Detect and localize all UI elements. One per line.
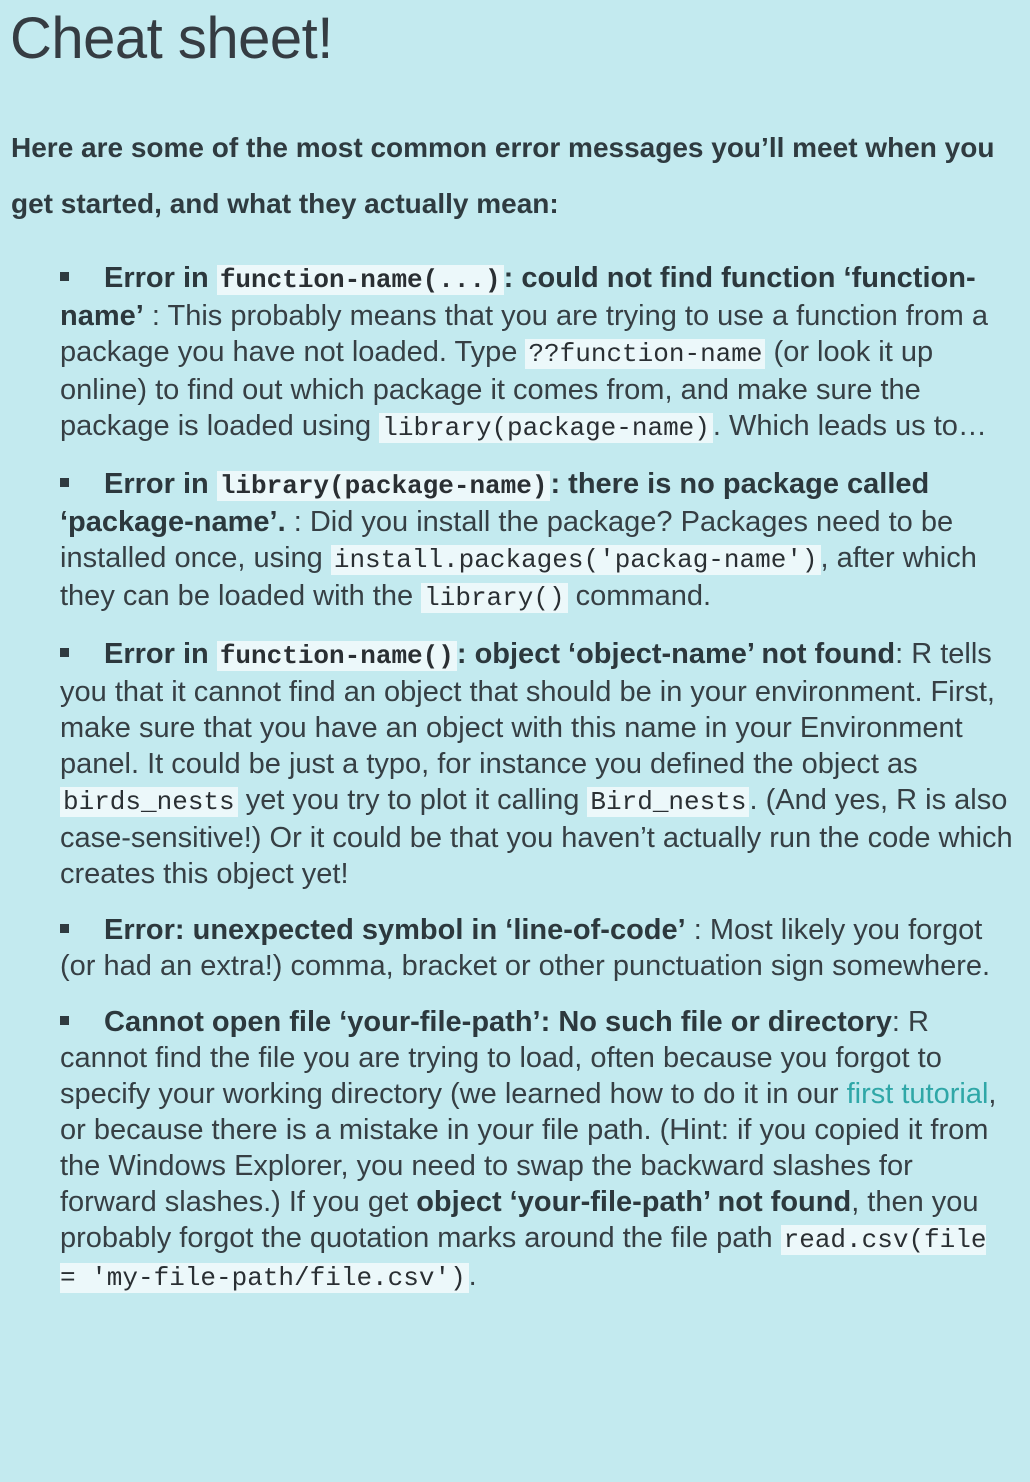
inline-code: install.packages('packag-name') bbox=[330, 545, 821, 575]
bullet-icon bbox=[60, 647, 69, 657]
page-title: Cheat sheet! bbox=[10, 6, 333, 71]
object-not-found-text: object ‘your-file-path’ not found bbox=[416, 1186, 852, 1218]
list-item: Error in function-name(...): could not f… bbox=[60, 262, 988, 443]
inline-code: ??function-name bbox=[525, 339, 766, 369]
inline-code: birds_nests bbox=[60, 787, 238, 817]
list-item: Error in library(package-name): there is… bbox=[60, 468, 977, 613]
bullet-icon bbox=[60, 477, 69, 487]
list-item: Error in function-name(): object ‘object… bbox=[60, 638, 1013, 890]
first-tutorial-link[interactable]: first tutorial bbox=[847, 1078, 989, 1110]
inline-code: library(package-name) bbox=[216, 471, 551, 501]
list-item: Cannot open file ‘your-file-path’: No su… bbox=[60, 1006, 997, 1293]
list-item: Error: unexpected symbol in ‘line-of-cod… bbox=[60, 912, 1015, 984]
error-heading: Error: unexpected symbol in ‘line-of-cod… bbox=[104, 914, 686, 946]
inline-code: library() bbox=[421, 583, 568, 613]
inline-code: function-name() bbox=[216, 641, 457, 671]
inline-code: Bird_nests bbox=[587, 787, 750, 817]
bullet-icon bbox=[60, 923, 69, 933]
inline-code: library(package-name) bbox=[379, 413, 713, 443]
intro-text: Here are some of the most common error m… bbox=[11, 132, 995, 219]
error-list: Error in function-name(...): could not f… bbox=[60, 260, 1015, 1316]
bullet-icon bbox=[60, 271, 69, 281]
error-heading: Error in function-name(): object ‘object… bbox=[104, 638, 896, 671]
bullet-icon bbox=[60, 1015, 69, 1025]
inline-code: function-name(...) bbox=[216, 265, 504, 295]
error-heading: Cannot open file ‘your-file-path’: No su… bbox=[104, 1006, 892, 1038]
